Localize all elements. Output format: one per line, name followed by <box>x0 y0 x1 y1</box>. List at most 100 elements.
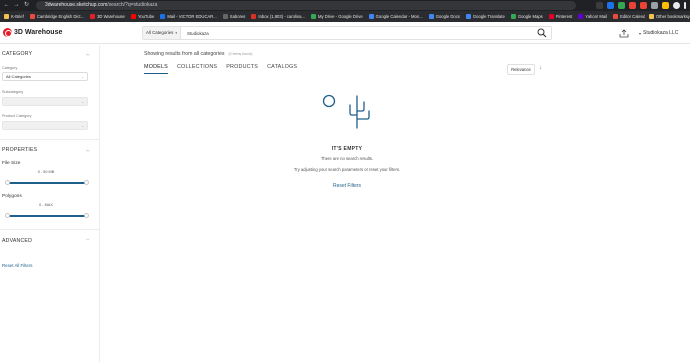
category-select-value: All Categories <box>6 74 31 79</box>
forward-icon[interactable]: → <box>13 2 20 9</box>
user-menu[interactable]: ▾ Studiokaza LLC <box>639 30 678 36</box>
bookmark-item[interactable]: K-Brief <box>4 14 24 19</box>
bookmark-label: Cambridge English Dict... <box>36 14 85 19</box>
filter-sidebar: CATEGORY ︿ Category All Categories ⌄ Sub… <box>0 45 100 362</box>
chevron-down-icon: ▾ <box>175 31 178 35</box>
tab-catalogs[interactable]: CATALOGS <box>267 64 297 74</box>
bookmark-favicon-icon <box>310 14 316 19</box>
bookmark-label: Google Translate <box>472 14 505 19</box>
reset-filters-link[interactable]: Reset Filters <box>250 183 444 189</box>
chevron-down-icon: ﹀ <box>85 238 90 243</box>
search-bar: All Categories ▾ <box>142 26 552 40</box>
file-size-label: File Size <box>2 161 21 166</box>
back-icon[interactable]: ← <box>3 2 10 9</box>
extension-icon[interactable] <box>651 2 658 9</box>
properties-section-header[interactable]: PROPERTIES ︿ <box>2 147 90 153</box>
bookmarks-bar: K-Brief Cambridge English Dict... 3D Wareh… <box>0 11 690 22</box>
bookmark-label: 3D Warehouse <box>97 14 125 19</box>
bookmark-item[interactable]: Cambridge English Dict... <box>29 14 85 19</box>
search-category-select[interactable]: All Categories ▾ <box>143 27 181 39</box>
bookmark-favicon-icon <box>548 14 554 19</box>
bookmark-item[interactable]: My Drive - Google Drive <box>310 14 363 19</box>
bookmark-favicon-icon <box>90 14 96 19</box>
bookmark-favicon-icon <box>578 14 584 19</box>
category-select[interactable]: All Categories ⌄ <box>2 72 88 81</box>
slider-handle-max[interactable] <box>84 180 89 185</box>
extension-icon[interactable] <box>607 2 614 9</box>
bookmark-favicon-icon <box>29 14 35 19</box>
bookmark-item[interactable]: Inbox (1,803) - carolina... <box>251 14 305 19</box>
menu-icon[interactable] <box>684 2 686 9</box>
bookmark-item[interactable]: Sabores <box>222 14 245 19</box>
address-bar[interactable]: 3dwarehouse.sketchup.com/search/?q=studi… <box>36 1 576 10</box>
product-category-select[interactable]: ⌄ <box>2 121 88 130</box>
extension-icon[interactable] <box>629 2 636 9</box>
bookmark-item[interactable]: Google Docs <box>428 14 460 19</box>
polygons-slider[interactable] <box>5 213 89 218</box>
other-bookmarks-label: Other bookmarks <box>655 14 688 19</box>
advanced-section-header[interactable]: ADVANCED ﹀ <box>2 238 90 244</box>
site-header: 3D Warehouse All Categories▾ ▾ Studiokaz… <box>0 22 690 44</box>
reset-all-filters-link[interactable]: Reset All Filters <box>2 263 33 268</box>
bookmark-label: Google Maps <box>517 14 543 19</box>
upload-icon[interactable] <box>619 29 629 38</box>
subcategory-select[interactable]: ⌄ <box>2 97 88 106</box>
showing-text: Showing results from all categories <box>144 51 225 57</box>
browser-url-row: ← → ↻ 3dwarehouse.sketchup.com/search/?q… <box>0 0 690 11</box>
tab-products[interactable]: PRODUCTS <box>226 64 258 74</box>
bookmark-item[interactable]: Google Maps <box>510 14 543 19</box>
bookmark-item[interactable]: Google Translate <box>465 14 505 19</box>
extension-icon[interactable] <box>662 2 669 9</box>
extension-icon[interactable] <box>596 2 603 9</box>
results-summary: Showing results from all categories (0 i… <box>144 51 252 57</box>
chevron-down-icon: ⌄ <box>81 75 84 79</box>
category-section-header[interactable]: CATEGORY ︿ <box>2 51 90 57</box>
search-icon[interactable] <box>537 28 547 38</box>
slider-handle-min[interactable] <box>5 213 10 218</box>
empty-state-cactus-icon <box>322 94 370 129</box>
bookmark-item[interactable]: YouTube <box>130 14 154 19</box>
search-category-value: All Categories <box>146 30 174 35</box>
bookmark-favicon-icon <box>160 14 166 19</box>
bookmark-item[interactable]: 3D Warehouse <box>90 14 125 19</box>
bookmark-item[interactable]: Mail - VICTOR EDUCAR... <box>160 14 217 19</box>
chevron-down-icon: ⌄ <box>81 100 84 104</box>
category-title: CATEGORY <box>2 51 33 57</box>
url-host: 3dwarehouse.sketchup.com <box>45 2 108 8</box>
bookmark-favicon-icon <box>222 14 228 19</box>
result-count: (0 items found) <box>228 52 253 56</box>
chevron-down-icon: ⌄ <box>81 124 84 128</box>
chevron-down-icon: ▾ <box>639 30 642 36</box>
user-name: Studiokaza LLC <box>643 30 679 36</box>
bookmark-favicon-icon <box>368 14 374 19</box>
bookmark-label: Google Calendar - Mon... <box>375 14 423 19</box>
bookmark-favicon-icon <box>4 14 9 19</box>
other-bookmarks[interactable]: Other bookmarks <box>644 11 688 22</box>
tab-collections[interactable]: COLLECTIONS <box>177 64 217 74</box>
extension-icon[interactable] <box>640 2 647 9</box>
folder-icon <box>648 14 654 19</box>
tab-models[interactable]: MODELS <box>144 64 168 74</box>
slider-handle-min[interactable] <box>5 180 10 185</box>
chevron-up-icon: ︿ <box>85 51 90 56</box>
divider <box>0 229 99 230</box>
reload-icon[interactable]: ↻ <box>23 2 30 9</box>
slider-handle-max[interactable] <box>84 213 89 218</box>
bookmark-item[interactable]: Pinterest <box>548 14 573 19</box>
bookmark-label: My Drive - Google Drive <box>317 14 363 19</box>
bookmark-label: Pinterest <box>555 14 573 19</box>
bookmark-favicon-icon <box>130 14 136 19</box>
logo-text: 3D Warehouse <box>14 29 63 36</box>
site-logo[interactable]: 3D Warehouse <box>3 28 62 37</box>
file-size-slider[interactable] <box>5 180 89 185</box>
extension-icon[interactable] <box>618 2 625 9</box>
bookmark-item[interactable]: Yahoo! Mail <box>578 14 607 19</box>
sort-direction-icon[interactable]: ↓ <box>539 65 542 71</box>
advanced-title: ADVANCED <box>2 238 33 244</box>
search-input[interactable] <box>181 27 521 39</box>
bookmark-item[interactable]: Google Calendar - Mon... <box>368 14 423 19</box>
warehouse-logo-icon <box>3 28 12 37</box>
sort-select[interactable]: Relevance <box>507 64 535 75</box>
avatar[interactable] <box>673 2 680 9</box>
polygons-label: Polygons <box>2 194 22 199</box>
